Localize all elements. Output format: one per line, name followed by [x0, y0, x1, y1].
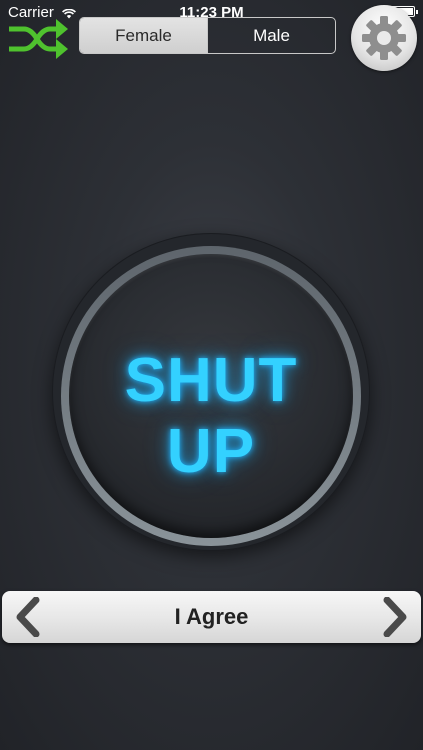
shut-up-button[interactable]: SHUT UP — [52, 233, 370, 551]
segment-female[interactable]: Female — [80, 18, 207, 53]
next-phrase-button[interactable] — [379, 596, 411, 638]
phrase-label: I Agree — [174, 604, 249, 629]
button-label-line1: SHUT — [124, 346, 298, 415]
button-face: SHUT UP — [69, 254, 353, 538]
chevron-left-icon — [16, 596, 40, 638]
shuffle-button[interactable] — [6, 14, 70, 64]
chevron-right-icon — [383, 596, 407, 638]
phrase-selector: I Agree — [2, 591, 421, 643]
gender-segmented-control[interactable]: Female Male — [79, 17, 336, 54]
gear-icon — [362, 16, 406, 60]
previous-phrase-button[interactable] — [12, 596, 44, 638]
button-label-line2: UP — [166, 417, 256, 486]
shuffle-icon — [9, 19, 68, 59]
settings-button[interactable] — [351, 5, 417, 71]
segment-male[interactable]: Male — [207, 18, 335, 53]
